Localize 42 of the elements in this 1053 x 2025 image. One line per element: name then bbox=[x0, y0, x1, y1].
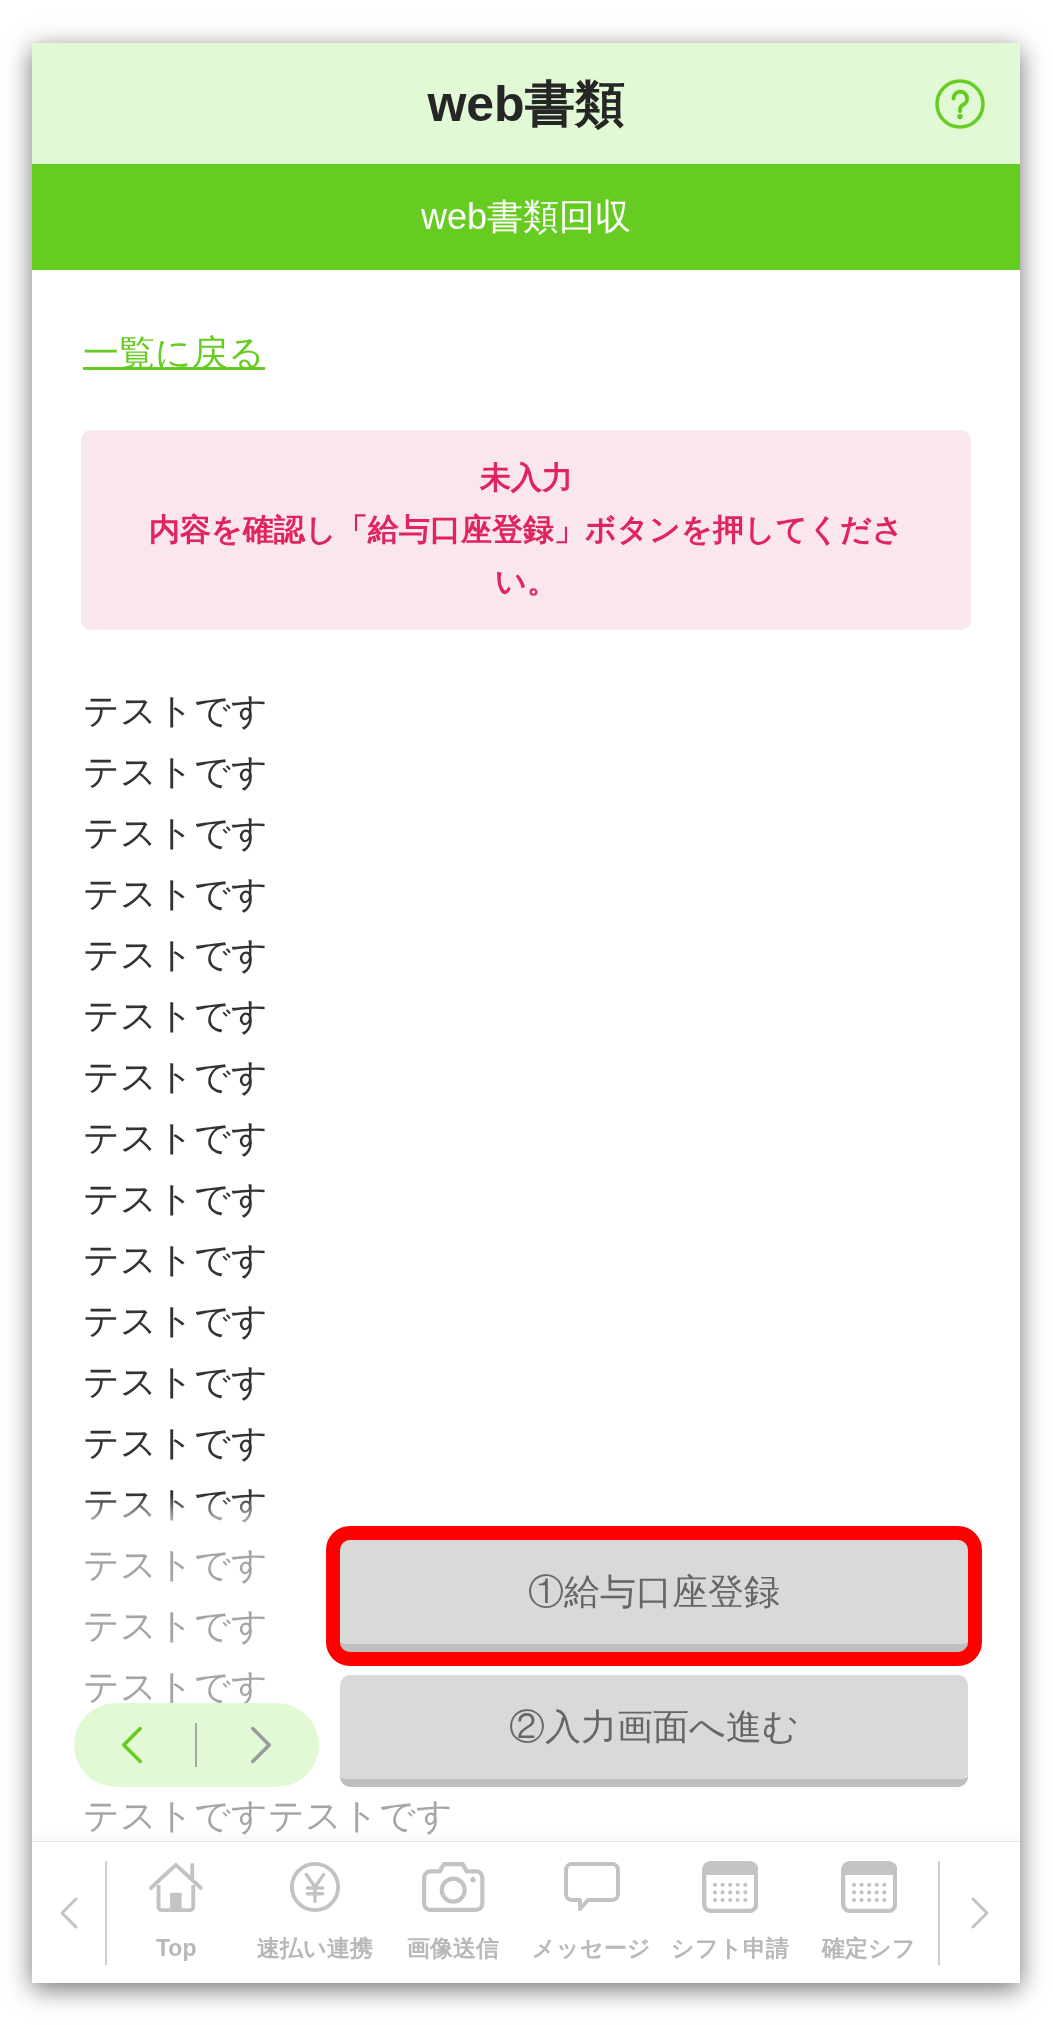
calendar-icon bbox=[840, 1860, 897, 1913]
body-text-line: テストです bbox=[83, 1665, 268, 1709]
house-icon bbox=[147, 1860, 206, 1913]
nav-tab[interactable]: 速払い連携 bbox=[245, 1860, 384, 1965]
nav-tab[interactable]: 画像送信 bbox=[384, 1860, 523, 1965]
body-text-line: テストです bbox=[83, 1299, 268, 1343]
nav-tab[interactable]: シフト申請 bbox=[661, 1860, 800, 1965]
nav-tab[interactable]: Top bbox=[107, 1860, 246, 1965]
previous-button[interactable] bbox=[119, 1725, 144, 1765]
body-text-line: テストですテストです bbox=[83, 1794, 453, 1838]
chevron-right-icon bbox=[249, 1725, 274, 1765]
body-text-line: テストです bbox=[83, 933, 268, 977]
body-text-line: テストです bbox=[83, 1604, 268, 1648]
body-text-line: テストです bbox=[83, 1238, 268, 1282]
body-text-line: テストです bbox=[83, 1421, 268, 1465]
help-icon[interactable] bbox=[934, 77, 986, 130]
alert-message: 内容を確認し「給与口座登録」ボタンを押してください。 bbox=[147, 511, 905, 601]
body-text-line: テストです bbox=[83, 994, 268, 1038]
chevron-left-icon bbox=[119, 1725, 144, 1765]
yen-coin-icon bbox=[288, 1860, 341, 1913]
page-title: web書類 bbox=[426, 74, 626, 134]
body-text-line: テストです bbox=[83, 689, 268, 733]
body-text-line: テストです bbox=[83, 811, 268, 855]
nav-tab[interactable]: 確定シフ bbox=[799, 1860, 938, 1965]
alert-title: 未入力 bbox=[478, 459, 574, 497]
body-text-line: テストです bbox=[83, 1055, 268, 1099]
calendar-icon bbox=[702, 1860, 759, 1913]
body-text-line: テストです bbox=[83, 1116, 268, 1160]
body-text-line: テストです bbox=[83, 872, 268, 916]
body-text-line: テストです bbox=[83, 750, 268, 794]
body-text-line: テストです bbox=[83, 1543, 268, 1587]
body-text-line: テストです bbox=[83, 1360, 268, 1404]
body-text-line: テストです bbox=[83, 1482, 268, 1526]
back-link[interactable]: 一覧に戻る bbox=[83, 326, 265, 380]
body-text-line: テストです bbox=[83, 1177, 268, 1221]
camera-icon bbox=[421, 1860, 486, 1913]
chevron-left-icon bbox=[58, 1895, 79, 1930]
nav-tab[interactable]: メッセージ bbox=[522, 1860, 661, 1965]
section-title: web書類回収 bbox=[420, 195, 631, 239]
chevron-right-icon bbox=[970, 1895, 990, 1930]
action-button[interactable]: ②入力画面へ進む bbox=[340, 1675, 968, 1787]
speech-bubble-icon bbox=[562, 1860, 621, 1913]
